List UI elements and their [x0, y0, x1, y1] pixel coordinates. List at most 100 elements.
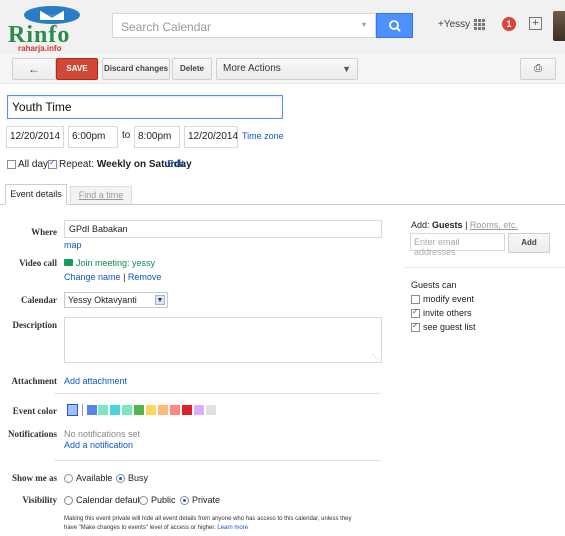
search-button[interactable] [376, 13, 413, 38]
guest-email-input[interactable]: Enter email addresses [410, 233, 505, 257]
event-color-label: Event color [12, 406, 57, 416]
notifications-label: Notifications [8, 429, 57, 439]
more-actions-label: More Actions [223, 63, 281, 74]
calendar-default-label: Calendar default [76, 495, 143, 505]
event-title-input[interactable]: Youth Time [7, 95, 283, 119]
panel-divider [405, 267, 565, 268]
color-swatch[interactable] [134, 405, 144, 415]
color-swatch[interactable] [98, 405, 108, 415]
apps-grid-icon[interactable] [474, 19, 486, 31]
section-divider [54, 460, 381, 461]
color-swatch[interactable] [87, 405, 97, 415]
end-time-field[interactable]: 8:00pm [134, 126, 180, 148]
remove-link[interactable]: Remove [128, 272, 162, 282]
all-day-checkbox[interactable] [7, 160, 16, 169]
privacy-note-text: have "Make changes to events" level of a… [64, 525, 216, 531]
calendar-default-radio[interactable] [64, 496, 73, 505]
repeat-checkbox[interactable] [48, 158, 57, 169]
add-attachment-link[interactable]: Add attachment [64, 376, 127, 386]
visibility-label: Visibility [22, 495, 57, 505]
site-logo[interactable]: Rinfo raharja.info [4, 2, 104, 53]
share-plus-icon[interactable]: + [529, 17, 542, 30]
busy-label: Busy [128, 473, 149, 483]
private-radio[interactable] [180, 496, 189, 505]
tab-divider [0, 204, 565, 205]
color-swatch[interactable] [182, 405, 192, 415]
color-swatch-selected[interactable] [67, 404, 78, 416]
resize-handle-icon[interactable]: ⋱ [372, 353, 379, 361]
user-link[interactable]: +Yessy [438, 19, 470, 30]
avatar[interactable] [553, 11, 565, 41]
logo-emblem-icon [24, 6, 80, 24]
see-guest-list-checkbox[interactable] [411, 321, 420, 332]
notification-badge[interactable]: 1 [502, 17, 516, 31]
save-button[interactable]: SAVE [56, 58, 98, 80]
video-call-label: Video call [19, 258, 57, 268]
modify-event-checkbox[interactable] [411, 295, 420, 304]
color-swatch[interactable] [146, 405, 156, 415]
search-options-icon[interactable]: ▾ [362, 20, 370, 29]
more-actions-dropdown[interactable]: More Actions ▼ [216, 58, 358, 80]
no-notifications-text: No notifications set [64, 429, 141, 439]
color-swatch[interactable] [194, 405, 204, 415]
change-name-link[interactable]: Change name [64, 272, 121, 282]
search-placeholder: Search Calendar [121, 20, 212, 34]
tab-find-a-time[interactable]: Find a time [70, 186, 132, 204]
where-input[interactable]: GPdI Babakan [64, 220, 382, 238]
back-button[interactable]: ← [12, 58, 56, 80]
available-radio[interactable] [64, 474, 73, 483]
video-camera-icon [64, 259, 73, 266]
color-swatch[interactable] [110, 405, 120, 415]
guests-tab-label[interactable]: Guests [432, 220, 463, 230]
calendar-label: Calendar [21, 295, 57, 305]
calendar-select[interactable]: Yessy Oktavyanti ▼ [64, 292, 168, 308]
join-meeting-link[interactable]: Join meeting: yessy [76, 258, 155, 268]
busy-radio[interactable] [116, 474, 125, 483]
add-notification-link[interactable]: Add a notification [64, 440, 133, 450]
repeat-edit-link[interactable]: Edit [167, 159, 184, 170]
to-label: to [122, 130, 131, 141]
add-guest-button[interactable]: Add [508, 233, 550, 253]
see-guest-list-label: see guest list [423, 322, 476, 332]
available-label: Available [76, 473, 113, 483]
calendar-select-value: Yessy Oktavyanti [68, 295, 137, 305]
search-icon [389, 20, 401, 32]
color-swatch[interactable] [122, 405, 132, 415]
start-time-field[interactable]: 6:00pm [68, 126, 118, 148]
privacy-note-line-2: have "Make changes to events" level of a… [64, 525, 248, 531]
map-link[interactable]: map [64, 240, 82, 250]
attachment-label: Attachment [11, 376, 58, 386]
add-prefix: Add: [411, 220, 430, 230]
time-zone-link[interactable]: Time zone [242, 131, 284, 141]
delete-button[interactable]: Delete [172, 58, 212, 80]
separator: | [465, 220, 468, 230]
modify-event-label: modify event [423, 294, 475, 304]
description-textarea[interactable]: ⋱ [64, 317, 382, 363]
color-swatch[interactable] [206, 405, 216, 415]
all-day-label: All day [18, 159, 49, 170]
logo-subtext: raharja.info [18, 44, 62, 53]
tab-event-details[interactable]: Event details [5, 184, 67, 205]
where-label: Where [31, 227, 57, 237]
print-button[interactable]: ⎙ [520, 58, 556, 80]
separator: | [123, 272, 126, 282]
color-swatch[interactable] [170, 405, 180, 415]
description-label: Description [12, 320, 58, 330]
learn-more-link[interactable]: Learn more [217, 525, 248, 531]
end-date-field[interactable]: 12/20/2014 [184, 126, 238, 148]
chevron-down-icon: ▼ [342, 64, 351, 74]
public-radio[interactable] [139, 496, 148, 505]
add-guests-header: Add: Guests | Rooms, etc. [411, 220, 518, 230]
search-input[interactable]: Search Calendar [112, 13, 376, 38]
repeat-prefix: Repeat: [59, 159, 95, 170]
start-date-field[interactable]: 12/20/2014 [6, 126, 64, 148]
privacy-note-line-1: Making this event private will hide all … [64, 516, 352, 522]
invite-others-checkbox[interactable] [411, 307, 420, 318]
color-swatch[interactable] [158, 405, 168, 415]
rooms-link[interactable]: Rooms, etc. [470, 220, 518, 230]
public-label: Public [151, 495, 176, 505]
top-header: Rinfo raharja.info Search Calendar ▾ +Ye… [0, 0, 565, 54]
discard-changes-button[interactable]: Discard changes [102, 58, 170, 80]
private-label: Private [192, 495, 221, 505]
color-divider [82, 404, 83, 416]
